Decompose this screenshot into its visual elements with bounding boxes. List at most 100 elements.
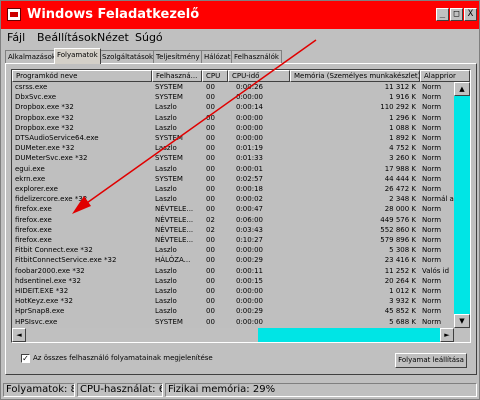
table-row[interactable]: egui.exe Laszlo 00 0:00:01 17 988 K Norm (12, 164, 454, 174)
cell-image-name: hdsentinel.exe *32 (15, 276, 81, 285)
table-row[interactable]: HIDEIT.EXE *32 Laszlo 00 0:00:00 1 012 K Norm (12, 286, 454, 296)
cell-memory: 17 988 K (384, 164, 416, 173)
menu-help[interactable]: Súgó (135, 31, 163, 44)
horizontal-scrollbar[interactable]: ◄ ► (12, 328, 454, 342)
cell-cpu-time: 0:00:26 (236, 83, 263, 91)
vertical-scrollbar[interactable]: ▲ ▼ (454, 82, 470, 328)
cell-image-name: foobar2000.exe *32 (15, 266, 85, 275)
cell-memory: 1 088 K (389, 123, 416, 132)
table-row[interactable]: DbxSvc.exe SYSTEM 00 0:00:00 1 916 K Norm (12, 92, 454, 102)
tab-users[interactable]: Felhasználók (231, 50, 282, 63)
show-all-users-label[interactable]: Az összes felhasználó folyamatainak megj… (33, 354, 213, 362)
process-list[interactable]: Programkód neve Felhaszná... CPU CPU-idő… (11, 69, 471, 343)
table-row[interactable]: FitbitConnectService.exe *32 HÁLÓZA... 00 0… (12, 255, 454, 265)
cell-memory: 579 896 K (380, 236, 416, 244)
column-header-base-priority[interactable]: Alapprior (420, 70, 470, 82)
cell-cpu: 00 (206, 134, 215, 142)
cell-base-priority: Norm (422, 317, 442, 326)
table-row[interactable]: Fitbit Connect.exe *32 Laszlo 00 0:00:00 5 3… (12, 245, 454, 255)
maximize-button[interactable]: □ (450, 8, 463, 21)
cell-memory: 11 312 K (384, 83, 416, 91)
cell-memory: 552 860 K (380, 225, 416, 234)
cell-memory: 1 916 K (389, 93, 416, 102)
tab-applications[interactable]: Alkalmazások (5, 50, 59, 63)
table-row[interactable]: Dropbox.exe *32 Laszlo 00 0:00:00 1 296 K Nor… (12, 113, 454, 123)
cell-cpu: 00 (206, 103, 215, 112)
cell-image-name: egui.exe (15, 164, 45, 173)
cell-base-priority: Valós id (422, 266, 450, 275)
title-bar[interactable]: Windows Feladatkezelő _ □ X (1, 1, 479, 29)
cell-user: Laszlo (155, 276, 177, 285)
cell-cpu: 00 (206, 164, 215, 173)
scroll-left-button[interactable]: ◄ (12, 328, 26, 342)
menu-settings[interactable]: Beállítások (37, 31, 97, 44)
cell-base-priority: Norm (422, 123, 442, 132)
status-physical-memory: Fizikai memória: 29% (165, 383, 477, 397)
table-row[interactable]: firefox.exe NÉVTELE... 00 0:10:27 579 896 K N… (12, 235, 454, 245)
table-row[interactable]: HotKeyz.exe *32 Laszlo 00 0:00:00 3 932 K Nor… (12, 296, 454, 306)
table-row[interactable]: foobar2000.exe *32 Laszlo 00 0:00:11 11 252 … (12, 266, 454, 276)
cell-image-name: Dropbox.exe *32 (15, 113, 74, 122)
cell-cpu: 00 (206, 287, 215, 295)
table-row[interactable]: csrss.exe SYSTEM 00 0:00:26 11 312 K Norm (12, 82, 454, 92)
cell-image-name: HprSnap8.exe (15, 307, 65, 316)
menu-file[interactable]: Fájl (7, 31, 25, 44)
cell-base-priority: Norm (422, 144, 442, 153)
column-header-cpu[interactable]: CPU (202, 70, 228, 82)
column-header-image-name[interactable]: Programkód neve (12, 70, 152, 82)
cell-base-priority: Norm (422, 134, 442, 142)
cell-memory: 11 252 K (384, 266, 416, 275)
show-all-users-checkbox[interactable]: ✓ (21, 354, 30, 363)
cell-memory: 5 308 K (389, 246, 416, 255)
scroll-right-button[interactable]: ► (440, 328, 454, 342)
column-header-memory[interactable]: Memória (Személyes munkakészlet) (290, 70, 420, 82)
cell-user: NÉVTELE... (155, 205, 194, 214)
table-row[interactable]: ekrn.exe SYSTEM 00 0:02:57 44 444 K Norm (12, 174, 454, 184)
column-header-user[interactable]: Felhaszná... (152, 70, 202, 82)
table-row[interactable]: HprSnap8.exe Laszlo 00 0:00:29 45 852 K Norm (12, 306, 454, 316)
scroll-up-button[interactable]: ▲ (454, 82, 470, 96)
tab-performance[interactable]: Teljesítmény (153, 50, 203, 63)
menu-view[interactable]: Nézet (97, 31, 129, 44)
cell-image-name: DUMeter.exe *32 (15, 144, 75, 153)
table-row[interactable]: fidelizercore.exe *32 Laszlo 00 0:00:02 2 34… (12, 194, 454, 204)
cell-cpu: 00 (206, 297, 215, 306)
table-row[interactable]: DTSAudioService64.exe SYSTEM 00 0:00:00 1 89… (12, 133, 454, 143)
table-row[interactable]: Dropbox.exe *32 Laszlo 00 0:00:14 110 292 K N… (12, 102, 454, 112)
cell-image-name: FitbitConnectService.exe *32 (15, 256, 117, 265)
cell-cpu: 00 (206, 154, 215, 163)
scroll-down-button[interactable]: ▼ (454, 314, 470, 328)
cell-cpu: 00 (206, 256, 215, 265)
cell-cpu-time: 0:00:11 (236, 266, 263, 275)
table-row[interactable]: explorer.exe Laszlo 00 0:00:18 26 472 K Norm (12, 184, 454, 194)
cell-image-name: Fitbit Connect.exe *32 (15, 246, 93, 255)
tab-services[interactable]: Szolgáltatások (99, 50, 157, 63)
table-row[interactable]: Dropbox.exe *32 Laszlo 00 0:00:00 1 088 K Nor… (12, 123, 454, 133)
table-row[interactable]: firefox.exe NÉVTELE... 00 0:00:47 28 000 K No… (12, 204, 454, 214)
table-row[interactable]: hdsentinel.exe *32 Laszlo 00 0:00:15 20 264 … (12, 276, 454, 286)
cell-memory: 1 892 K (389, 134, 416, 142)
column-header-cpu-time[interactable]: CPU-idő (228, 70, 290, 82)
tab-processes[interactable]: Folyamatok (54, 48, 101, 64)
end-process-button[interactable]: Folyamat leállítása (395, 353, 467, 368)
cell-memory: 20 264 K (384, 276, 416, 285)
tab-network[interactable]: Hálózat (201, 50, 234, 63)
cell-memory: 1 296 K (389, 113, 416, 122)
cell-image-name: HotKeyz.exe *32 (15, 297, 73, 306)
cell-image-name: Dropbox.exe *32 (15, 103, 74, 112)
table-row[interactable]: DUMeter.exe *32 Laszlo 00 0:01:19 4 752 K Nor… (12, 143, 454, 153)
cell-image-name: explorer.exe (15, 185, 58, 193)
close-button[interactable]: X (464, 8, 477, 21)
table-row[interactable]: DUMeterSvc.exe *32 SYSTEM 00 0:01:33 3 260 K… (12, 153, 454, 163)
table-row[interactable]: HPSIsvc.exe SYSTEM 00 0:00:00 5 688 K Norm (12, 317, 454, 327)
horizontal-scroll-thumb[interactable] (258, 328, 454, 342)
table-row[interactable]: firefox.exe NÉVTELE... 02 0:03:43 552 860 K N… (12, 225, 454, 235)
cell-cpu-time: 0:00:47 (236, 205, 263, 214)
table-row[interactable]: firefox.exe NÉVTELE... 02 0:06:00 449 576 K N… (12, 215, 454, 225)
minimize-button[interactable]: _ (436, 8, 449, 21)
status-cpu-usage: CPU-használat: 6% (77, 383, 163, 397)
cell-base-priority: Norm (422, 174, 442, 183)
cell-cpu-time: 0:01:33 (236, 154, 263, 163)
cell-base-priority: Norm (422, 93, 442, 102)
cell-user: SYSTEM (155, 134, 183, 142)
